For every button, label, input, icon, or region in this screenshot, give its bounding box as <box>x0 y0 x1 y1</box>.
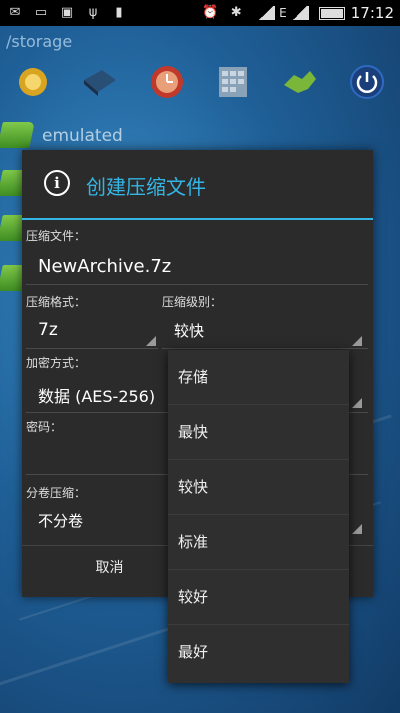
badge-icon[interactable] <box>13 62 53 102</box>
dropdown-option[interactable]: 标准 <box>168 515 349 570</box>
network-type-label: E <box>279 6 287 20</box>
mail-icon: ▭ <box>34 5 48 20</box>
alarm-icon: ⏰ <box>202 5 219 20</box>
battery-icon <box>318 6 345 20</box>
password-label: 密码： <box>26 420 63 434</box>
split-label: 分卷压缩： <box>26 486 87 500</box>
signal-icon-2 <box>290 6 309 20</box>
bluetooth-icon: ✱ <box>230 5 242 20</box>
toolbar <box>0 56 400 108</box>
level-dropdown: 存储 最快 较快 标准 较好 最好 <box>168 350 349 683</box>
status-bar: ✉ ▭ ▣ ψ ▮ ⏰ ✱ E 17:12 <box>0 0 400 26</box>
signal-icon <box>257 6 276 20</box>
sd-card-icon: ▮ <box>115 5 123 20</box>
level-spinner[interactable]: 较快 <box>174 320 204 341</box>
dropdown-option[interactable]: 最好 <box>168 625 349 680</box>
path-label: /storage <box>6 32 73 51</box>
format-spinner-arrow <box>146 336 156 346</box>
dropdown-option[interactable]: 较好 <box>168 570 349 625</box>
dialog-divider <box>22 218 373 220</box>
dropdown-option[interactable]: 最快 <box>168 405 349 460</box>
grid-icon[interactable] <box>213 62 253 102</box>
image-icon: ▣ <box>60 5 74 20</box>
clock-time: 17:12 <box>350 4 394 22</box>
format-spinner[interactable]: 7z <box>38 320 58 340</box>
split-spinner[interactable]: 不分卷 <box>38 510 83 531</box>
dropdown-option[interactable]: 较快 <box>168 460 349 515</box>
status-bar-right: ⏰ ✱ E 17:12 <box>201 4 394 22</box>
level-spinner-arrow <box>352 336 362 346</box>
encryption-spinner[interactable]: 数据 (AES-256) <box>38 383 155 407</box>
message-icon: ✉ <box>9 5 21 20</box>
dialog-title: 创建压缩文件 <box>86 175 206 199</box>
level-underline <box>162 348 368 349</box>
encryption-label: 加密方式： <box>26 356 87 370</box>
archive-label: 压缩文件： <box>26 229 87 243</box>
archive-name-underline <box>26 284 368 285</box>
level-label: 压缩级别： <box>162 295 223 309</box>
usb-icon: ψ <box>88 5 98 20</box>
puzzle-icon[interactable] <box>280 62 320 102</box>
dropdown-option[interactable]: 存储 <box>168 350 349 405</box>
split-spinner-arrow <box>352 524 362 534</box>
clock-icon[interactable] <box>147 62 187 102</box>
power-icon[interactable] <box>347 62 387 102</box>
dialog-header: i 创建压缩文件 <box>22 150 373 218</box>
info-icon: i <box>44 170 70 196</box>
format-underline <box>26 348 158 349</box>
book-icon[interactable] <box>80 62 120 102</box>
archive-name-input[interactable]: NewArchive.7z <box>38 256 171 277</box>
format-label: 压缩格式： <box>26 295 87 309</box>
folder-name: emulated <box>42 126 123 146</box>
encryption-spinner-arrow <box>352 398 362 408</box>
folder-icon <box>0 122 35 148</box>
